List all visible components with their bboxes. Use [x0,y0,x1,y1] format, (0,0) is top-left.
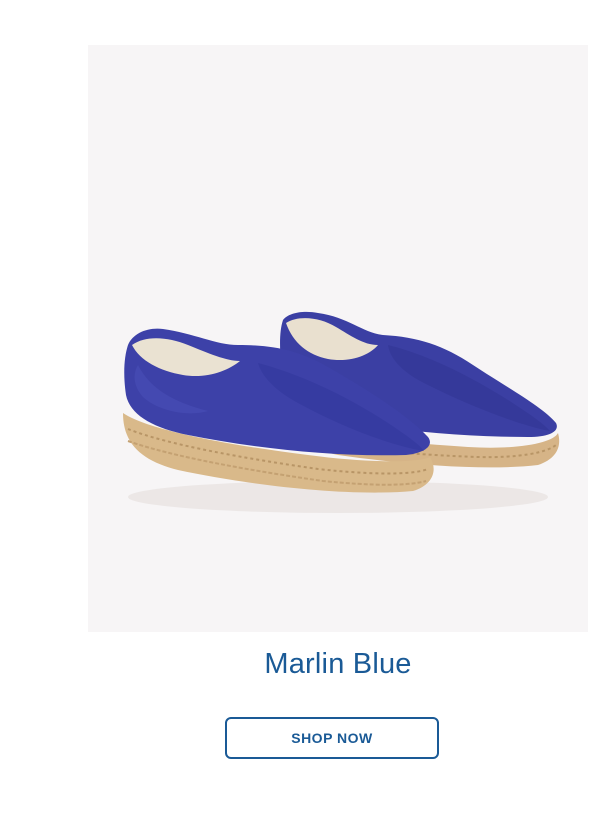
shop-now-label: SHOP NOW [291,730,373,746]
shop-now-button[interactable]: SHOP NOW [225,717,439,759]
product-image[interactable] [88,45,588,632]
product-name: Marlin Blue [264,648,412,680]
espadrille-pair-illustration [123,311,560,513]
